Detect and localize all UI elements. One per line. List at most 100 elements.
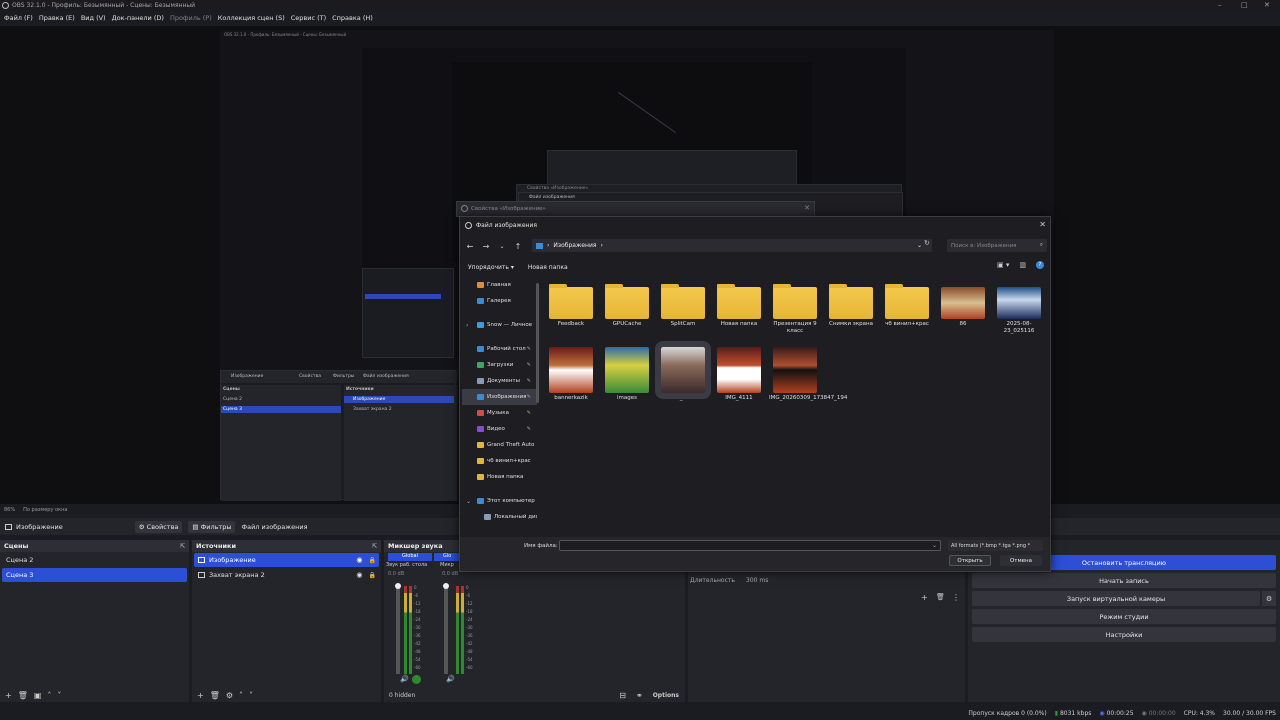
image-file-item[interactable]: images <box>601 347 653 402</box>
remove-transition-icon[interactable]: 🗑 <box>936 593 945 601</box>
image-file-item[interactable]: bannerkazik <box>545 347 597 402</box>
virtual-camera-button[interactable]: Запуск виртуальной камеры <box>972 591 1260 606</box>
back-arrow-icon[interactable]: ← <box>462 239 478 253</box>
lock-icon[interactable]: 🔒 <box>369 557 376 564</box>
settings-button[interactable]: Настройки <box>972 627 1276 642</box>
address-bar[interactable]: › Изображения › ⌄ <box>532 239 932 252</box>
move-up-icon[interactable]: ˄ <box>239 691 243 700</box>
filename-input[interactable]: ⌄ <box>559 540 941 551</box>
menu-tools[interactable]: Сервис (T) <box>291 14 326 22</box>
chevron-right-icon[interactable]: › <box>466 322 468 329</box>
close-icon[interactable]: ✕ <box>1039 220 1046 229</box>
sort-button[interactable]: Упорядочить ▾ <box>468 264 514 271</box>
nav-item[interactable]: чб винил+крас <box>462 453 537 469</box>
scene-item-selected[interactable]: Сцена 3 <box>2 568 187 582</box>
menu-profile[interactable]: Профиль (P) <box>170 14 212 22</box>
folder-item[interactable]: GPUCache <box>601 284 653 328</box>
image-file-item[interactable]: IMG_20260309_173847_194 <box>769 347 847 402</box>
nav-item[interactable]: Рабочий стол ✎ <box>462 341 537 357</box>
nav-item[interactable]: Загрузки ✎ <box>462 357 537 373</box>
recent-chevron-icon[interactable]: ⌄ <box>494 239 510 253</box>
mixer-tab-second[interactable]: Glo <box>434 553 460 561</box>
nav-scrollbar[interactable] <box>536 283 539 403</box>
folder-item[interactable]: Презентация 9 класс <box>769 284 821 335</box>
remove-scene-icon[interactable]: 🗑 <box>18 691 28 700</box>
channel-1-fader-track[interactable] <box>396 584 400 674</box>
nav-item[interactable]: Локальный диск <box>462 509 537 525</box>
mic-mute-icon[interactable]: 🔊 <box>446 675 455 683</box>
nav-item[interactable]: Видео ✎ <box>462 421 537 437</box>
mixer-options-button[interactable]: Options <box>653 692 679 699</box>
nav-item[interactable]: ⌄ Этот компьютер <box>462 493 537 509</box>
folder-item[interactable]: Feedback <box>545 284 597 328</box>
nav-item[interactable]: Изображения ✎ <box>462 389 537 405</box>
search-input[interactable]: Поиск в: Изображения ⌕ <box>947 239 1047 252</box>
start-recording-button[interactable]: Начать запись <box>972 573 1276 588</box>
properties-button[interactable]: ⚙ Свойства <box>134 520 183 533</box>
mixer-tab-global[interactable]: Global <box>388 553 432 561</box>
close-icon[interactable]: ✕ <box>804 204 810 212</box>
minimize-button[interactable]: – <box>1218 1 1222 9</box>
nav-item[interactable]: › Snow — Личное <box>462 317 537 333</box>
folder-item[interactable]: чб винил+крас <box>881 284 933 328</box>
source-item-selected[interactable]: Изображение ◉ 🔒 <box>194 553 379 567</box>
undock-icon[interactable]: ⇱ <box>180 543 185 550</box>
breadcrumb-current[interactable]: Изображения <box>553 242 596 249</box>
close-button[interactable]: ✕ <box>1264 1 1270 9</box>
nav-item[interactable]: Музыка ✎ <box>462 405 537 421</box>
menu-docks[interactable]: Док-панели (D) <box>112 14 164 22</box>
menu-file[interactable]: Файл (F) <box>4 14 33 22</box>
maximize-button[interactable]: □ <box>1241 1 1248 9</box>
add-scene-icon[interactable]: + <box>5 691 12 700</box>
duration-value[interactable]: 300 ms <box>746 577 768 584</box>
link-icon[interactable]: ⚭ <box>636 691 643 700</box>
refresh-icon[interactable]: ↻ <box>924 239 930 247</box>
channel-2-fader-handle[interactable] <box>443 583 449 589</box>
up-arrow-icon[interactable]: ↑ <box>510 239 526 253</box>
nav-item[interactable]: Grand Theft Auto <box>462 437 537 453</box>
filetype-select[interactable]: All formats (*.bmp *.tga *.png * <box>948 540 1043 551</box>
remove-source-icon[interactable]: 🗑 <box>210 691 220 700</box>
move-down-icon[interactable]: ˅ <box>57 691 61 700</box>
nav-item[interactable]: Документы ✎ <box>462 373 537 389</box>
zoom-level[interactable]: 86% <box>4 507 15 513</box>
monitor-headphones-icon[interactable] <box>412 675 421 684</box>
menu-edit[interactable]: Правка (E) <box>39 14 75 22</box>
folder-item[interactable]: Снимки экрана <box>825 284 877 328</box>
channel-2-fader-track[interactable] <box>444 584 448 674</box>
mute-icon[interactable]: 🔊 <box>400 675 409 683</box>
new-folder-button[interactable]: Новая папка <box>528 264 568 271</box>
nav-item[interactable]: Галерея <box>462 293 537 309</box>
layout-toggle-icon[interactable]: ⊟ <box>619 691 626 700</box>
image-file-item[interactable]: 2025-08-23_025116 <box>993 287 1045 335</box>
menu-view[interactable]: Вид (V) <box>81 14 106 22</box>
source-item[interactable]: Захват экрана 2 ◉ 🔒 <box>194 568 379 582</box>
image-file-item[interactable]: IMG_4111 <box>713 347 765 402</box>
menu-help[interactable]: Справка (H) <box>332 14 373 22</box>
visibility-eye-icon[interactable]: ◉ <box>356 571 362 579</box>
scene-item[interactable]: Сцена 2 <box>2 553 187 567</box>
help-icon[interactable]: ? <box>1036 261 1044 269</box>
image-file-item[interactable]: IMG_4057 <box>655 341 711 402</box>
add-source-icon[interactable]: + <box>197 691 204 700</box>
studio-mode-button[interactable]: Режим студии <box>972 609 1276 624</box>
move-down-icon[interactable]: ˅ <box>249 691 253 700</box>
nav-item[interactable]: Новая папка <box>462 469 537 485</box>
folder-item[interactable]: Новая папка <box>713 284 765 328</box>
cancel-button[interactable]: Отмена <box>1000 555 1042 566</box>
image-file-item[interactable]: 86 <box>937 287 989 328</box>
menu-scene-collection[interactable]: Коллекция сцен (S) <box>218 14 285 22</box>
transition-menu-icon[interactable]: ⋮ <box>952 593 960 602</box>
zoom-mode[interactable]: По размеру окна <box>23 507 67 513</box>
address-dropdown-icon[interactable]: ⌄ <box>917 242 922 249</box>
chevron-down-icon[interactable]: ⌄ <box>932 542 937 549</box>
nav-item[interactable]: Главная <box>462 277 537 293</box>
preview-pane-icon[interactable]: ▥ <box>1019 261 1026 269</box>
visibility-eye-icon[interactable]: ◉ <box>356 556 362 564</box>
chevron-down-icon[interactable]: ⌄ <box>466 498 471 505</box>
folder-item[interactable]: SplitCam <box>657 284 709 328</box>
source-settings-icon[interactable]: ⚙ <box>226 691 233 700</box>
undock-icon[interactable]: ⇱ <box>372 543 377 550</box>
scene-filters-icon[interactable]: ▣ <box>34 691 42 700</box>
move-up-icon[interactable]: ˄ <box>47 691 51 700</box>
